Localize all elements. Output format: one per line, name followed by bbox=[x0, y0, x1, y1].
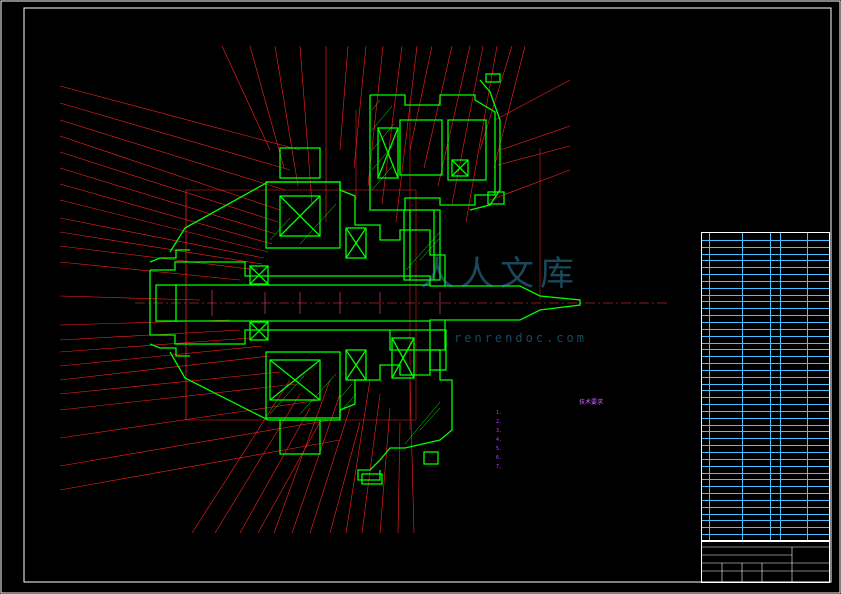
leader-line bbox=[59, 151, 279, 223]
note-line: 7. bbox=[496, 464, 503, 470]
leader-line bbox=[59, 119, 286, 191]
note-line: 6. bbox=[496, 455, 503, 461]
leader-line bbox=[274, 45, 299, 187]
technical-requirements: 技术要求 1. 2. 3. 4. 5. 6. 7. bbox=[496, 398, 686, 472]
leader-line bbox=[437, 45, 471, 187]
leader-line bbox=[409, 379, 415, 534]
leader-line bbox=[59, 383, 297, 411]
leader-line bbox=[339, 45, 349, 151]
leader-line bbox=[499, 125, 571, 151]
leader-line bbox=[299, 45, 313, 205]
leader-line bbox=[489, 169, 571, 201]
note-line: 1. bbox=[496, 410, 503, 416]
leader-line bbox=[59, 345, 263, 367]
leader-line bbox=[59, 102, 291, 171]
leader-line bbox=[59, 231, 263, 265]
leader-line bbox=[494, 79, 571, 121]
leader-line bbox=[397, 421, 401, 534]
leader-line bbox=[59, 217, 265, 259]
leader-line bbox=[309, 407, 351, 534]
note-line: 2. bbox=[496, 419, 503, 425]
notes-title: 技术要求 bbox=[578, 399, 603, 406]
leader-line bbox=[239, 407, 311, 534]
leader-line bbox=[479, 45, 513, 151]
leader-line bbox=[221, 45, 271, 151]
leader-line bbox=[273, 379, 331, 534]
leader-line bbox=[345, 379, 371, 534]
leader-line bbox=[59, 439, 341, 491]
leader-line bbox=[409, 45, 433, 151]
leader-line bbox=[497, 145, 571, 166]
watermark-text: 人人文库 bbox=[420, 254, 580, 294]
note-line: 5. bbox=[496, 446, 503, 452]
leader-line bbox=[381, 45, 403, 205]
leader-line bbox=[59, 419, 331, 467]
leader-line bbox=[59, 199, 269, 253]
leader-line bbox=[379, 407, 391, 534]
leader-line bbox=[257, 421, 321, 534]
title-block bbox=[701, 540, 830, 583]
title-block-grid bbox=[702, 546, 829, 582]
drawing-sheet: 人人文库 renrendoc.com 技术要求 1. 2. 3. 4. 5. 6… bbox=[0, 0, 841, 594]
note-line: 4. bbox=[496, 437, 503, 443]
watermark-url: renrendoc.com bbox=[454, 331, 587, 345]
leader-line bbox=[493, 45, 526, 169]
leader-line bbox=[329, 421, 361, 534]
leader-line bbox=[395, 45, 418, 223]
note-line: 3. bbox=[496, 428, 503, 434]
leader-line bbox=[59, 183, 273, 245]
leader-line bbox=[59, 371, 281, 395]
leader-line bbox=[59, 135, 281, 211]
leader-line bbox=[191, 379, 291, 534]
leader-line bbox=[59, 295, 201, 301]
parts-list-table bbox=[701, 232, 830, 542]
leader-line bbox=[249, 45, 285, 169]
